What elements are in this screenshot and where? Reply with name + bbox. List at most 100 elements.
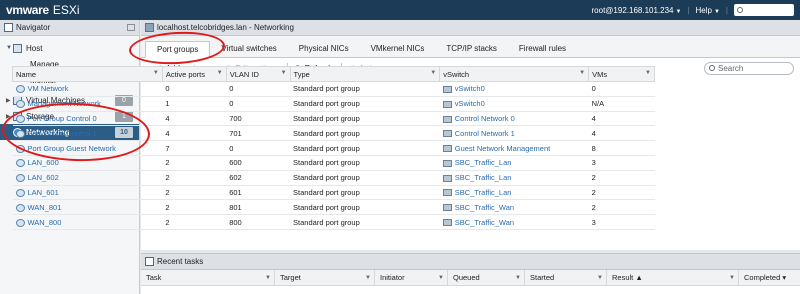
tab-physical-nics[interactable]: Physical NICs — [288, 40, 360, 57]
cell-text: 8 — [591, 143, 596, 153]
chevron-down-icon[interactable]: ▼ — [217, 70, 223, 76]
column-header-vswitch[interactable]: vSwitch ▼ — [439, 66, 590, 82]
tab-port-groups[interactable]: Port groups — [145, 41, 211, 58]
cell-name[interactable]: Port Group Control 1 — [12, 125, 163, 142]
column-header-vms[interactable]: VMs ▼ — [588, 66, 655, 82]
row-link[interactable]: WAN_800 — [28, 218, 62, 227]
help-menu[interactable]: Help ▼ — [696, 6, 720, 15]
tab-tcpip-stacks[interactable]: TCP/IP stacks — [435, 40, 508, 57]
tab-firewall-rules[interactable]: Firewall rules — [508, 40, 577, 57]
chevron-down-icon[interactable]: ▼ — [729, 275, 735, 281]
tab-virtual-switches[interactable]: Virtual switches — [210, 40, 287, 57]
tasks-icon — [145, 257, 154, 266]
cell-active-ports: 7 — [162, 140, 227, 156]
chevron-down-icon[interactable]: ▼ — [597, 275, 603, 281]
navigator-title: Navigator — [16, 23, 51, 32]
cell-vlan-id: 701 — [226, 125, 291, 142]
row-link[interactable]: vSwitch0 — [455, 84, 485, 93]
page-title: localhost.telcobridges.lan - Networking — [157, 23, 294, 32]
cell-vswitch[interactable]: SBC_Traffic_Wan — [439, 214, 589, 230]
column-header-result[interactable]: Result ▲ ▼ — [607, 270, 739, 285]
chevron-down-icon[interactable]: ▼ — [515, 275, 521, 281]
row-link[interactable]: SBC_Traffic_Lan — [455, 188, 512, 197]
row-link[interactable]: WAN_801 — [28, 203, 62, 212]
row-link[interactable]: LAN_602 — [28, 173, 59, 182]
table-row[interactable]: LAN_602 2 602 Standard port group SBC_Traffi… — [12, 170, 655, 186]
tab-vmkernel-nics[interactable]: VMkernel NICs — [360, 40, 436, 57]
row-link[interactable]: Port Group Guest Network — [28, 144, 116, 153]
cell-name[interactable]: WAN_800 — [12, 214, 163, 230]
row-link[interactable]: Control Network 0 — [455, 114, 515, 123]
cell-name[interactable]: Management Network — [12, 96, 163, 112]
chevron-down-icon[interactable]: ▼ — [438, 275, 444, 281]
column-header-completed[interactable]: Completed ▾ — [739, 270, 800, 285]
cell-vswitch[interactable]: vSwitch0 — [439, 96, 589, 112]
row-link[interactable]: VM Network — [28, 84, 69, 93]
row-link[interactable]: SBC_Traffic_Lan — [455, 173, 512, 182]
nav-item-host[interactable]: ▼ Host — [0, 40, 139, 56]
table-row[interactable]: VM Network 0 0 Standard port group vSwitch0 0 — [12, 81, 655, 97]
chevron-down-icon[interactable]: ▼ — [153, 70, 159, 76]
row-link[interactable]: Management Network — [28, 99, 101, 108]
chevron-down-icon[interactable]: ▼ — [430, 70, 436, 76]
cell-text: 3 — [591, 217, 596, 227]
chevron-down-icon[interactable]: ▼ — [645, 70, 651, 76]
cell-active-ports: 1 — [162, 96, 227, 112]
cell-name[interactable]: LAN_601 — [12, 185, 163, 201]
cell-vswitch[interactable]: vSwitch0 — [439, 81, 589, 97]
cell-name[interactable]: Port Group Guest Network — [12, 140, 163, 156]
cell-vswitch[interactable]: Control Network 1 — [439, 125, 589, 142]
cell-name[interactable]: LAN_602 — [12, 170, 163, 186]
row-link[interactable]: SBC_Traffic_Wan — [455, 218, 514, 227]
cell-vswitch[interactable]: SBC_Traffic_Lan — [439, 170, 589, 186]
column-header-task[interactable]: Task ▼ — [141, 270, 275, 285]
cell-vswitch[interactable]: SBC_Traffic_Lan — [439, 155, 589, 171]
column-header-type[interactable]: Type ▼ — [289, 66, 441, 82]
cell-name[interactable]: VM Network — [12, 81, 163, 97]
table-row[interactable]: WAN_800 2 800 Standard port group SBC_Traffi… — [12, 214, 655, 230]
column-header-vlan-id[interactable]: VLAN ID ▼ — [225, 66, 291, 82]
user-menu[interactable]: root@192.168.101.234 ▼ — [592, 6, 682, 15]
column-header-name[interactable]: Name ▼ — [12, 66, 163, 82]
cell-name[interactable]: Port Group Control 0 — [12, 111, 163, 127]
row-link[interactable]: SBC_Traffic_Lan — [455, 158, 512, 167]
column-header-active-ports[interactable]: Active ports ▼ — [161, 66, 227, 82]
cell-vswitch[interactable]: SBC_Traffic_Lan — [439, 185, 589, 201]
table-row[interactable]: LAN_600 2 600 Standard port group SBC_Traffi… — [12, 155, 655, 171]
column-header-started[interactable]: Started ▼ — [525, 270, 607, 285]
chevron-down-icon[interactable]: ▼ — [365, 275, 371, 281]
chevron-down-icon[interactable]: ▼ — [265, 275, 271, 281]
cell-vswitch[interactable]: Control Network 0 — [439, 111, 589, 127]
table-row[interactable]: LAN_601 2 601 Standard port group SBC_Traffi… — [12, 185, 655, 201]
row-link[interactable]: Control Network 1 — [455, 129, 515, 138]
table-row[interactable]: Port Group Guest Network 7 0 Standard port … — [12, 140, 655, 156]
column-header-queued[interactable]: Queued ▼ — [448, 270, 525, 285]
cell-name[interactable]: LAN_600 — [12, 155, 163, 171]
table-row[interactable]: Port Group Control 0 4 700 Standard port gr… — [12, 111, 655, 127]
cell-type: Standard port group — [290, 125, 440, 142]
cell-type: Standard port group — [290, 96, 440, 112]
table-row[interactable]: Management Network 1 0 Standard port group v… — [12, 96, 655, 112]
cell-vswitch[interactable]: SBC_Traffic_Wan — [439, 199, 589, 216]
collapse-panel-icon[interactable] — [127, 24, 135, 31]
row-link[interactable]: vSwitch0 — [455, 99, 485, 108]
table-row[interactable]: Port Group Control 1 4 701 Standard port gr… — [12, 125, 655, 142]
table-search-input[interactable]: Search — [704, 61, 794, 75]
cell-active-ports: 0 — [162, 81, 227, 97]
cell-vswitch[interactable]: Guest Network Management — [439, 140, 589, 156]
row-link[interactable]: SBC_Traffic_Wan — [455, 203, 514, 212]
expand-down-icon[interactable]: ▼ — [6, 45, 13, 51]
chevron-down-icon[interactable]: ▼ — [579, 70, 585, 76]
cell-name[interactable]: WAN_801 — [12, 199, 163, 216]
chevron-down-icon[interactable]: ▼ — [281, 70, 287, 76]
column-header-initiator[interactable]: Initiator ▼ — [375, 270, 448, 285]
row-link[interactable]: Port Group Control 0 — [28, 114, 97, 123]
row-link[interactable]: Guest Network Management — [455, 144, 550, 153]
table-row[interactable]: WAN_801 2 801 Standard port group SBC_Traffi… — [12, 199, 655, 216]
row-link[interactable]: LAN_600 — [28, 158, 59, 167]
cell-vms: 4 — [588, 111, 655, 127]
row-link[interactable]: LAN_601 — [28, 188, 59, 197]
row-link[interactable]: Port Group Control 1 — [28, 129, 97, 138]
column-header-target[interactable]: Target ▼ — [275, 270, 375, 285]
global-search-input[interactable] — [734, 4, 794, 16]
